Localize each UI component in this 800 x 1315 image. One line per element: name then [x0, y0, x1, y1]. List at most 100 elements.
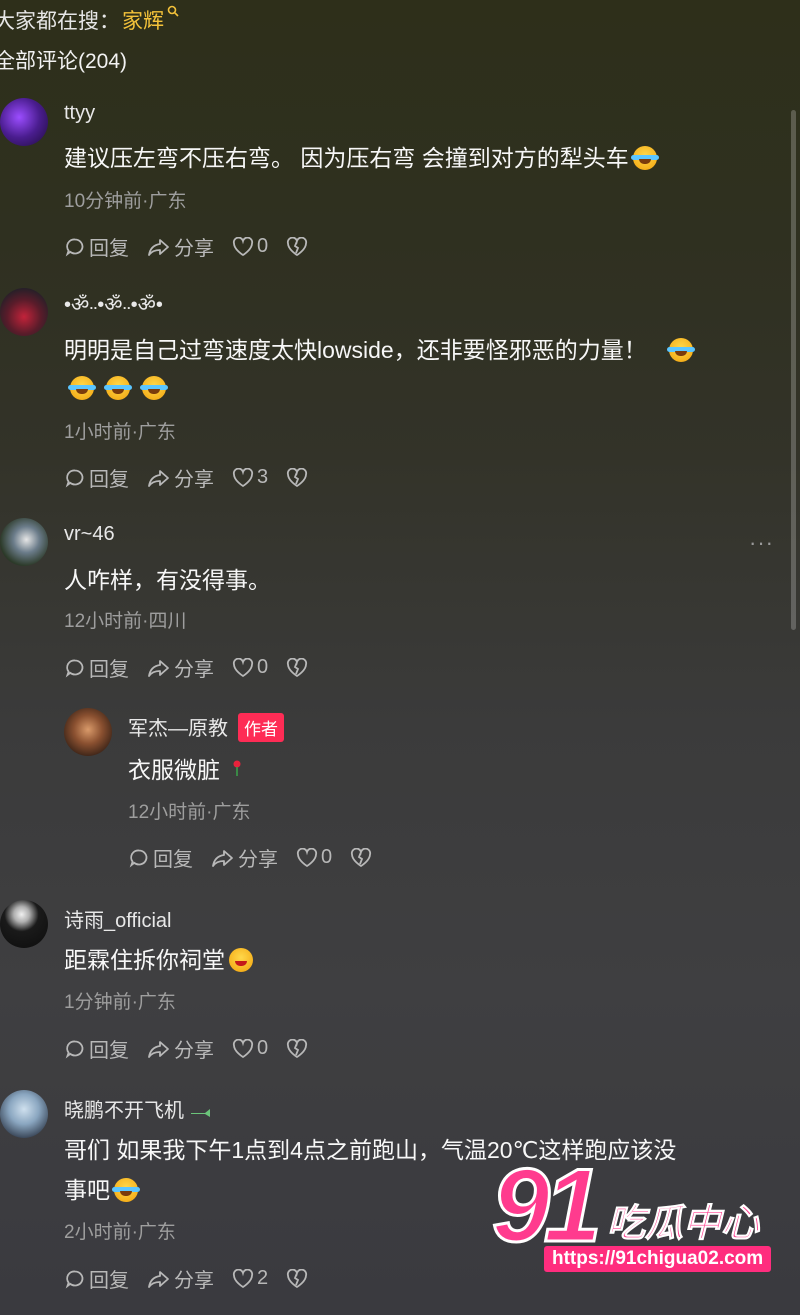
- reply-label: 回复: [89, 659, 129, 681]
- dislike-button[interactable]: [286, 236, 311, 257]
- comment-meta: 1小时前·广东: [64, 422, 176, 443]
- like-button[interactable]: 0: [296, 846, 332, 869]
- share-icon: [148, 469, 169, 487]
- reply-label: 回复: [89, 469, 129, 491]
- avatar[interactable]: [64, 708, 112, 756]
- watermark-name: 吃瓜中心: [606, 1203, 760, 1246]
- reply-username: 军杰—原教: [128, 718, 228, 740]
- username[interactable]: vr~46: [64, 523, 115, 546]
- avatar[interactable]: [0, 518, 48, 566]
- like-count: 0: [321, 846, 333, 868]
- comment-actions: 回复 分享 0: [64, 232, 329, 261]
- comment-text: 事吧: [64, 1170, 140, 1210]
- share-icon: [148, 1040, 169, 1058]
- share-button[interactable]: 分享: [147, 463, 214, 492]
- reply-icon: [65, 238, 84, 257]
- share-button[interactable]: 分享: [147, 1264, 214, 1293]
- more-options-button[interactable]: ···: [749, 530, 774, 556]
- dislike-button[interactable]: [286, 1268, 311, 1289]
- username[interactable]: •ॐ܁܁•ॐ܁܁•ॐ•: [64, 290, 163, 317]
- heart-icon: [232, 236, 254, 256]
- like-button[interactable]: 3: [232, 466, 268, 489]
- like-button[interactable]: 2: [232, 1267, 268, 1290]
- share-button[interactable]: 分享: [147, 1034, 214, 1063]
- comment-actions: 回复 分享 2: [64, 1264, 329, 1293]
- comment-meta: 12小时前·四川: [64, 611, 187, 632]
- dislike-button[interactable]: [286, 467, 311, 488]
- broken-heart-icon: [351, 847, 372, 867]
- username[interactable]: 晓鹏不开飞机: [64, 1094, 212, 1123]
- reply-button[interactable]: 回复: [64, 1264, 129, 1293]
- like-count: 0: [257, 656, 269, 678]
- share-button[interactable]: 分享: [211, 843, 278, 872]
- share-label: 分享: [238, 849, 278, 871]
- rose-emoji-icon: [233, 760, 241, 776]
- search-suggestion-bar[interactable]: 大家都在搜： 家辉: [0, 0, 179, 40]
- share-button[interactable]: 分享: [147, 232, 214, 261]
- heart-icon: [232, 1268, 254, 1288]
- fearful-emoji-icon: [112, 1177, 140, 1202]
- like-count: 3: [257, 466, 269, 488]
- share-label: 分享: [174, 238, 214, 260]
- heart-icon: [232, 1038, 254, 1058]
- broken-heart-icon: [287, 1268, 308, 1288]
- reply-label: 回复: [89, 1040, 129, 1062]
- avatar[interactable]: [0, 900, 48, 948]
- broken-heart-icon: [287, 1038, 308, 1058]
- reply-label: 回复: [89, 1270, 129, 1292]
- comment-count-title: 全部评论(204): [0, 50, 128, 73]
- comment-meta: 2小时前·广东: [64, 1222, 176, 1243]
- watermark-logo: 91 吃瓜中心 https://91chigua02.com: [491, 1153, 792, 1288]
- airplane-icon: [190, 1108, 210, 1117]
- reply-icon: [129, 849, 148, 868]
- comment-text-content: 明明是自己过弯速度太快lowside，还非要怪邪恶的力量！: [64, 337, 647, 363]
- emoji-row: [68, 368, 178, 408]
- username[interactable]: 诗雨_official: [64, 904, 171, 933]
- like-button[interactable]: 0: [232, 1037, 268, 1060]
- grin-emoji-icon: [229, 947, 253, 972]
- like-button[interactable]: 0: [232, 235, 268, 258]
- like-count: 0: [257, 235, 269, 257]
- username[interactable]: 军杰—原教 作者: [128, 712, 284, 744]
- heart-icon: [296, 847, 318, 867]
- watermark-number: 91: [491, 1148, 604, 1264]
- comment-actions: 回复 分享 3: [64, 463, 329, 492]
- reply-button[interactable]: 回复: [128, 843, 193, 872]
- search-keyword-link[interactable]: 家辉: [122, 5, 164, 35]
- dislike-button[interactable]: [350, 847, 375, 868]
- reply-button[interactable]: 回复: [64, 463, 129, 492]
- comment-meta: 12小时前·广东: [128, 802, 251, 823]
- share-button[interactable]: 分享: [147, 653, 214, 682]
- broken-heart-icon: [287, 467, 308, 487]
- laugh-cry-emoji-icon: [140, 375, 168, 400]
- search-icon: [167, 5, 179, 20]
- avatar[interactable]: [0, 1090, 48, 1138]
- reply-icon: [65, 1270, 84, 1289]
- reply-button[interactable]: 回复: [64, 232, 129, 261]
- scrollbar[interactable]: [791, 110, 796, 630]
- reply-icon: [65, 469, 84, 488]
- comment-meta: 10分钟前·广东: [64, 191, 187, 212]
- like-count: 2: [257, 1267, 269, 1289]
- reply-button[interactable]: 回复: [64, 653, 129, 682]
- laugh-cry-emoji-icon: [630, 145, 659, 170]
- share-label: 分享: [174, 1040, 214, 1062]
- reply-button[interactable]: 回复: [64, 1034, 129, 1063]
- heart-icon: [232, 657, 254, 677]
- broken-heart-icon: [287, 657, 308, 677]
- reply-icon: [65, 659, 84, 678]
- dislike-button[interactable]: [286, 657, 311, 678]
- reply-label: 回复: [153, 849, 193, 871]
- comment-actions: 回复 分享 0: [64, 653, 329, 682]
- username[interactable]: ttyy: [64, 102, 95, 125]
- reply-label: 回复: [89, 238, 129, 260]
- dislike-button[interactable]: [286, 1038, 311, 1059]
- avatar[interactable]: [0, 98, 48, 146]
- avatar[interactable]: [0, 288, 48, 336]
- broken-heart-icon: [287, 236, 308, 256]
- comment-actions: 回复 分享 0: [64, 1034, 329, 1063]
- like-button[interactable]: 0: [232, 656, 268, 679]
- laugh-cry-emoji-icon: [104, 375, 132, 400]
- comment-text-content: 距霖住拆你祠堂: [64, 947, 225, 973]
- comment-meta: 1分钟前·广东: [64, 992, 176, 1013]
